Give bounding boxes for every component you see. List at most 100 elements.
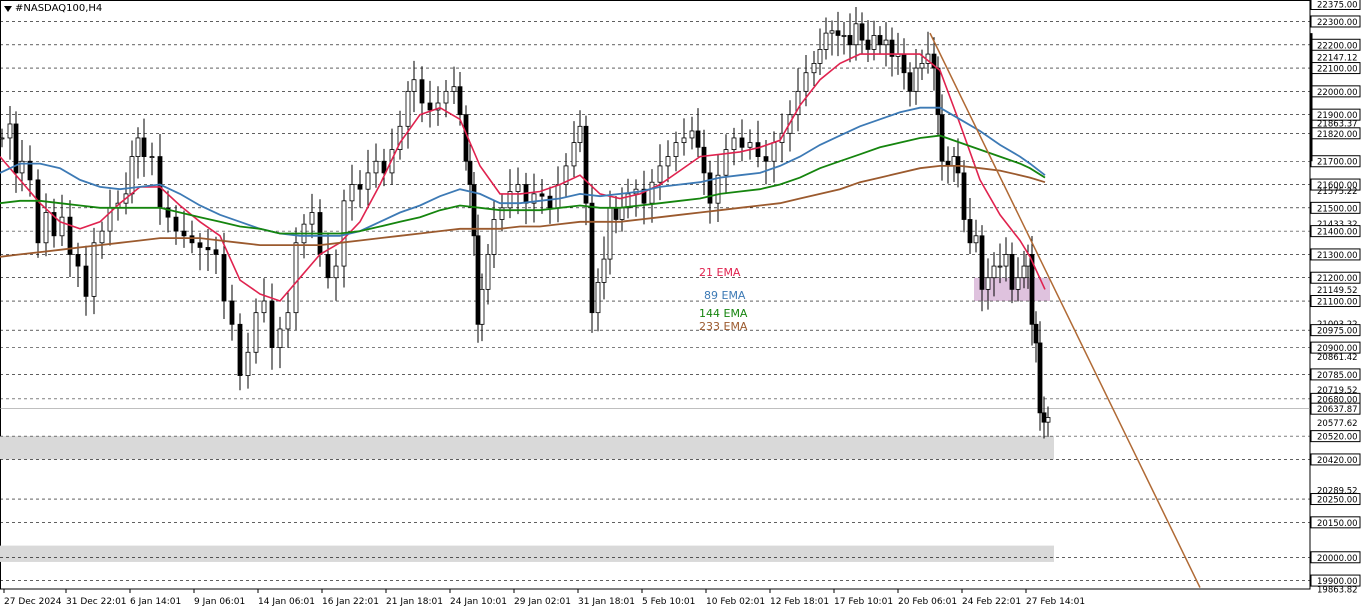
candle-body <box>689 130 695 139</box>
ema-line-2 <box>0 106 1046 237</box>
candle-body <box>951 156 957 167</box>
y-tick-label: 20577.62 <box>1317 419 1358 429</box>
symbol-label: #NASDAQ100,H4 <box>15 3 103 14</box>
x-tick-label: 9 Jan 06:01 <box>194 597 245 607</box>
candle-body <box>213 249 219 255</box>
y-tick-label: 21575.22 <box>1317 187 1358 197</box>
y-tick-label: 20250.00 <box>1317 496 1358 506</box>
candle-body <box>997 265 1003 268</box>
candle-body <box>205 247 211 251</box>
candle-body <box>245 351 251 376</box>
y-tick-label: 21400.00 <box>1317 228 1358 238</box>
candle-body <box>333 265 339 279</box>
legend-label-1: 21 EMA <box>699 266 741 279</box>
candle-body <box>1015 277 1021 290</box>
candle-body <box>149 156 155 158</box>
candle-body <box>1033 323 1039 344</box>
candle-body <box>181 230 187 237</box>
candle-body <box>731 137 737 150</box>
zone-1 <box>0 545 1054 562</box>
candle-body <box>865 39 871 50</box>
candle-body <box>325 254 331 279</box>
candle-body <box>357 184 363 190</box>
y-tick-label: 20861.42 <box>1317 353 1358 363</box>
symbol-title[interactable]: #NASDAQ100,H4 <box>4 3 102 14</box>
candle-body <box>763 156 769 162</box>
trend-line <box>929 32 1201 588</box>
candle-body <box>261 300 267 314</box>
candle-body <box>0 137 5 140</box>
candle-body <box>913 67 919 92</box>
candle-body <box>381 160 387 174</box>
candle-body <box>349 184 355 202</box>
y-tick-label: 21300.00 <box>1317 251 1358 261</box>
candle-body <box>555 184 561 209</box>
candle-body <box>277 328 283 349</box>
dropdown-triangle-icon[interactable] <box>4 5 12 12</box>
candle-body <box>99 230 105 244</box>
candle-body <box>571 142 577 167</box>
candle-body <box>269 300 275 349</box>
chart: 21 EMA 89 EMA 144 EMA 233 EMA 22375.00 22300.… <box>0 0 1362 611</box>
candle-body <box>197 242 203 248</box>
candle-body <box>967 219 973 244</box>
candle-body <box>91 242 97 297</box>
y-tick-label: 20000.00 <box>1317 554 1358 564</box>
candle-body <box>877 35 883 46</box>
candle-body <box>695 130 701 148</box>
candle-body <box>577 125 583 144</box>
x-tick-label: 5 Feb 10:01 <box>642 597 695 607</box>
x-tick-label: 31 Dec 22:01 <box>66 597 127 607</box>
candle-body <box>427 102 433 111</box>
candle-body <box>405 90 411 127</box>
y-tick-label: 20637.87 <box>1317 405 1358 415</box>
candle-body <box>539 193 545 197</box>
candle-body <box>619 207 625 220</box>
x-tick-label: 14 Jan 06:01 <box>258 597 315 607</box>
y-tick-label: 22375.00 <box>1317 1 1358 11</box>
candle-body <box>613 207 619 220</box>
candle-body <box>817 49 823 64</box>
x-tick-label: 24 Jan 10:01 <box>450 597 507 607</box>
candle-body <box>901 53 907 74</box>
candle-body <box>467 160 473 185</box>
candle-body <box>485 254 491 290</box>
x-tick-label: 27 Feb 14:01 <box>1026 597 1085 607</box>
candle-body <box>853 23 859 46</box>
candle-body <box>823 32 829 50</box>
y-tick-label: 22000.00 <box>1317 88 1358 98</box>
y-tick-label: 22300.00 <box>1317 18 1358 28</box>
candle-body <box>309 212 315 225</box>
candle-body <box>607 207 613 260</box>
candle-body <box>1037 342 1043 414</box>
candle-body <box>1041 412 1047 423</box>
candle-body <box>365 172 371 190</box>
x-tick-label: 16 Jan 22:01 <box>322 597 379 607</box>
candle-body <box>595 281 601 314</box>
candle-body <box>479 288 485 325</box>
candle-body <box>673 142 679 157</box>
y-tick-label: 21100.00 <box>1317 298 1358 308</box>
candle-body <box>547 195 553 209</box>
candle-body <box>811 63 817 74</box>
candle-body <box>373 160 379 174</box>
candle-body <box>43 212 49 244</box>
y-tick-label: 20420.00 <box>1317 456 1358 466</box>
y-tick-label: 20520.00 <box>1317 433 1358 443</box>
candle-body <box>803 72 809 92</box>
candle-body <box>221 254 227 302</box>
candle-body <box>649 181 655 204</box>
x-tick-label: 20 Feb 06:01 <box>898 597 957 607</box>
candle-body <box>883 39 889 46</box>
candle-body <box>907 72 913 92</box>
candle-body <box>1003 254 1009 267</box>
candle-body <box>985 277 991 290</box>
candle-body <box>961 172 967 220</box>
candle-body <box>285 312 291 330</box>
x-tick-label: 24 Feb 22:01 <box>962 597 1021 607</box>
y-tick-label: 21700.00 <box>1317 158 1358 168</box>
candle-body <box>173 216 179 232</box>
candle-body <box>475 235 481 325</box>
candle-body <box>35 179 41 244</box>
x-tick-label: 6 Jan 14:01 <box>130 597 181 607</box>
